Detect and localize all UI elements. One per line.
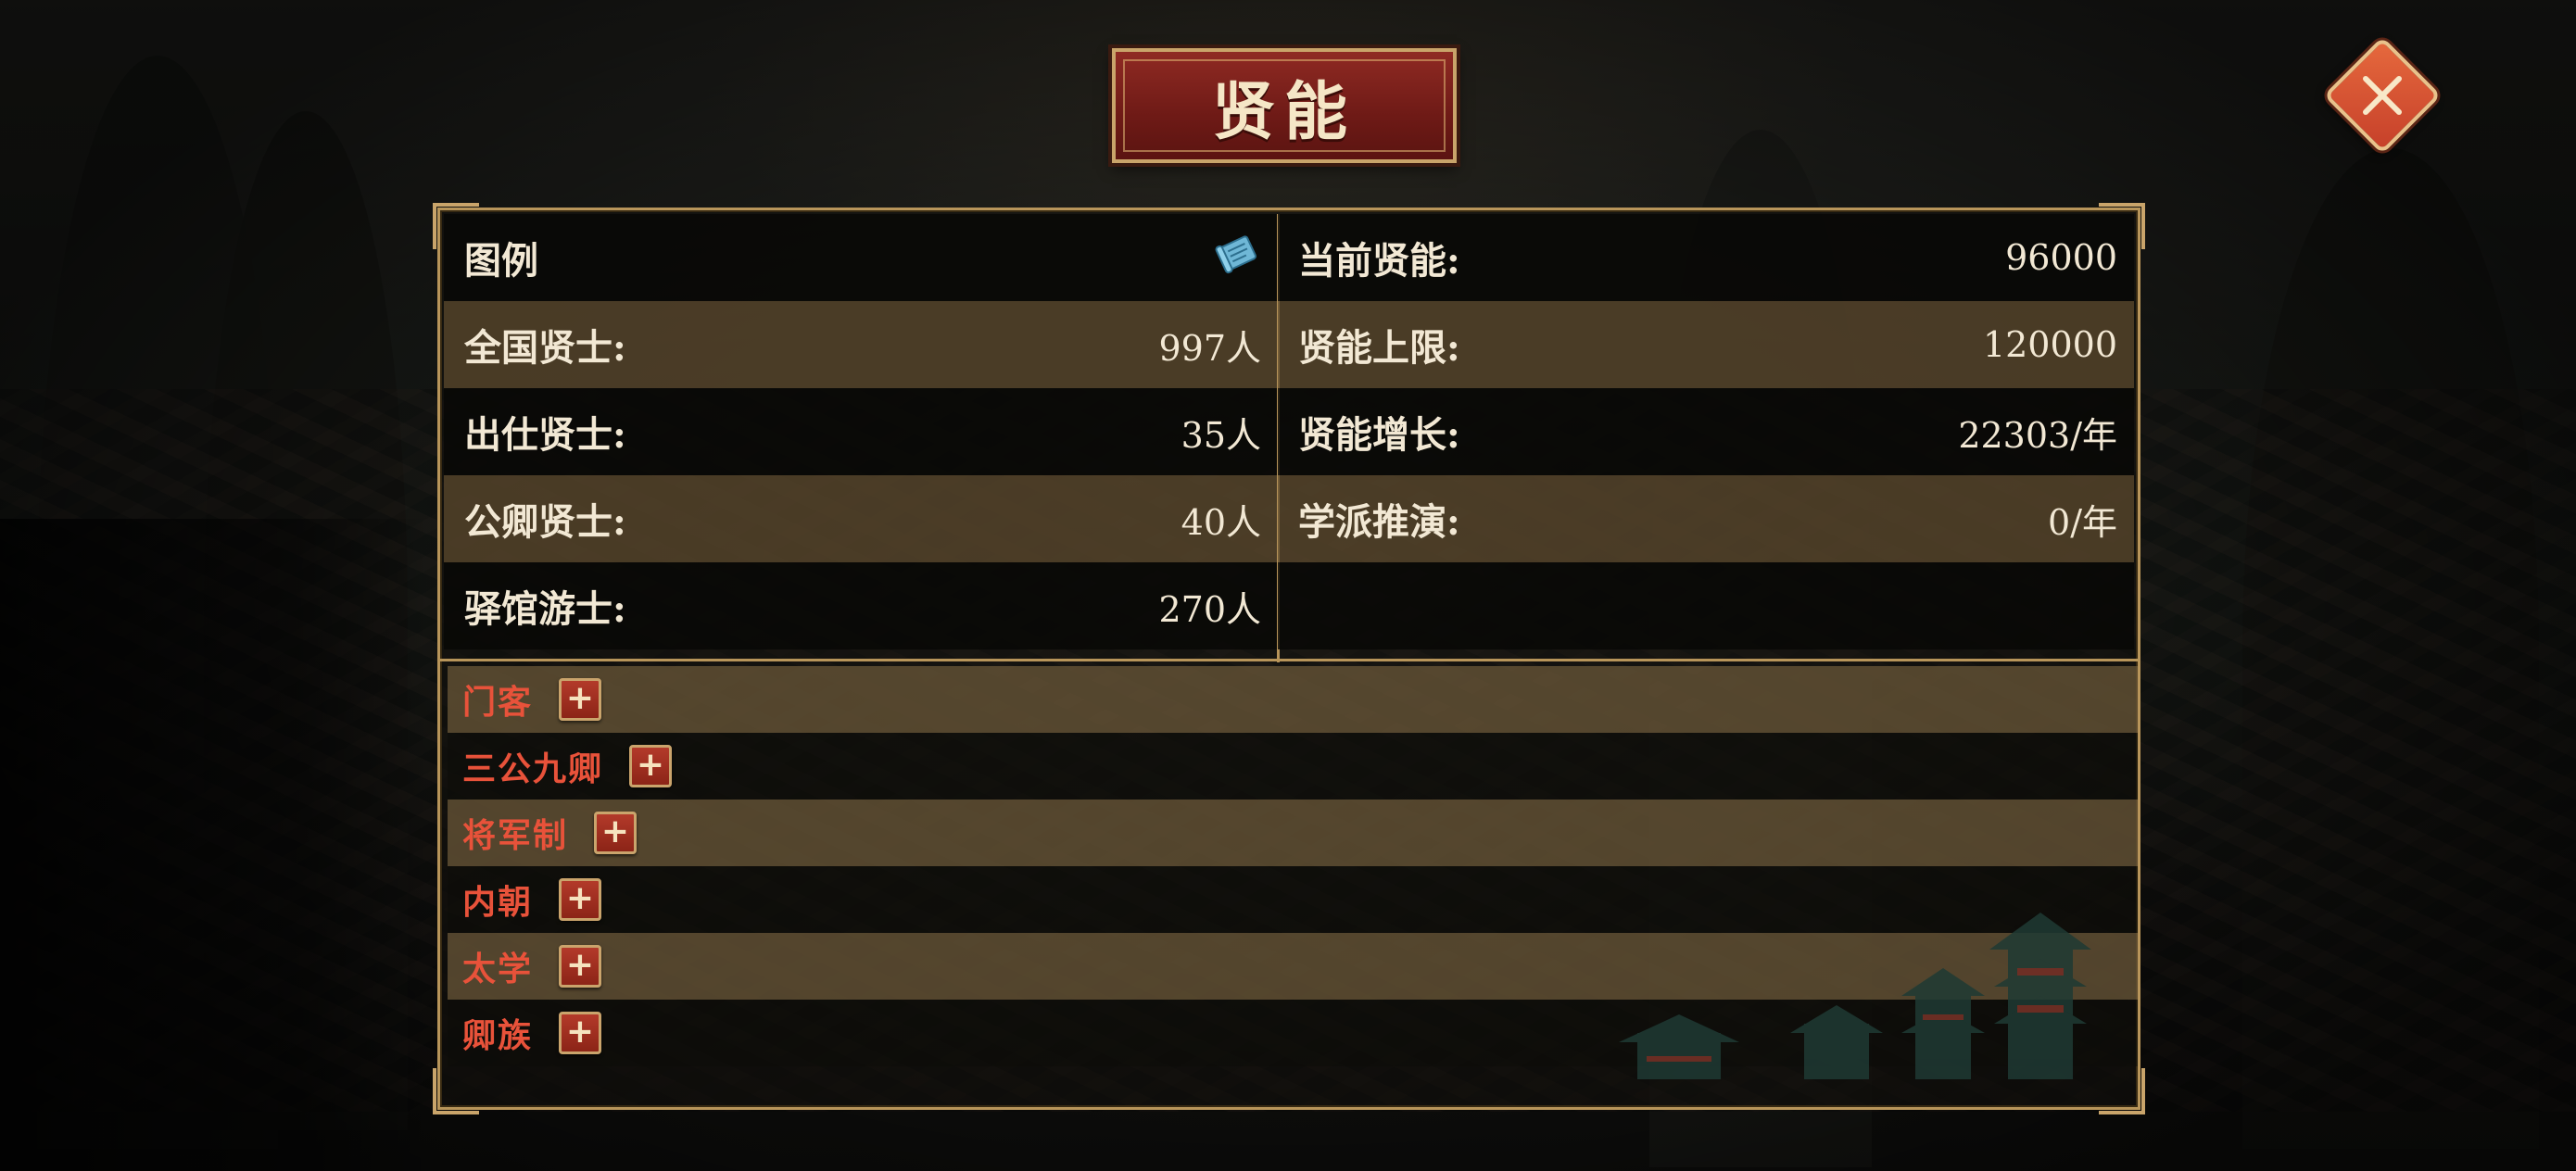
category-label: 三公九卿 xyxy=(462,749,604,788)
stat-value: 997人 xyxy=(1158,327,1261,369)
stats-table: 图例 全国贤士: 997人 出仕贤士: 35人 公卿贤士: 40人 驿馆游士: … xyxy=(444,214,2134,662)
stat-value: 270人 xyxy=(1158,588,1261,630)
category-label: 内朝 xyxy=(462,883,534,922)
stat-row: 当前贤能: 96000 xyxy=(1278,214,2134,301)
plus-icon: + xyxy=(600,812,630,850)
expand-button[interactable]: + xyxy=(559,678,602,721)
expand-button[interactable]: + xyxy=(629,745,673,787)
category-label: 将军制 xyxy=(462,816,569,855)
stat-value: 96000 xyxy=(2005,237,2117,278)
right-stats-column: 当前贤能: 96000 贤能上限: 120000 贤能增长: 22303/年 学… xyxy=(1278,214,2134,649)
stat-value: 0/年 xyxy=(2048,501,2117,543)
stat-value: 22303/年 xyxy=(1958,414,2117,456)
stat-label: 公卿贤士: xyxy=(464,500,626,544)
empty-row xyxy=(1278,562,2134,649)
stat-row: 贤能上限: 120000 xyxy=(1278,301,2134,388)
plus-icon: + xyxy=(636,745,665,784)
section-divider xyxy=(440,659,2138,661)
legend-row[interactable]: 图例 xyxy=(444,214,1278,301)
scroll-icon[interactable] xyxy=(1206,230,1261,285)
stat-label: 贤能上限: xyxy=(1298,326,1460,370)
stat-label: 驿馆游士: xyxy=(464,587,626,631)
stat-label: 学派推演: xyxy=(1298,500,1460,544)
stat-row: 学派推演: 0/年 xyxy=(1278,475,2134,562)
stat-label: 贤能增长: xyxy=(1298,413,1460,457)
palace-illustration xyxy=(1619,913,2091,1079)
plus-icon: + xyxy=(565,1012,595,1051)
stat-label: 出仕贤士: xyxy=(464,413,626,457)
category-row[interactable]: 三公九卿 + xyxy=(448,733,2138,800)
category-label: 门客 xyxy=(462,683,534,722)
expand-button[interactable]: + xyxy=(594,812,638,854)
plus-icon: + xyxy=(565,945,595,984)
category-label: 卿族 xyxy=(462,1016,534,1055)
left-stats-column: 图例 全国贤士: 997人 出仕贤士: 35人 公卿贤士: 40人 驿馆游士: … xyxy=(444,214,1278,649)
expand-button[interactable]: + xyxy=(559,945,602,988)
category-label: 太学 xyxy=(462,950,534,988)
page-title: 贤能 xyxy=(1211,74,1357,149)
expand-button[interactable]: + xyxy=(559,878,602,921)
panel-corner-ornament xyxy=(433,1068,479,1114)
stat-row: 贤能增长: 22303/年 xyxy=(1278,388,2134,475)
category-row[interactable]: 将军制 + xyxy=(448,800,2138,866)
stat-value: 40人 xyxy=(1181,501,1261,543)
category-row[interactable]: 门客 + xyxy=(448,666,2138,733)
stat-label: 当前贤能: xyxy=(1298,239,1460,283)
stat-row: 全国贤士: 997人 xyxy=(444,301,1278,388)
stat-value: 120000 xyxy=(1982,324,2117,365)
talent-panel: 图例 全国贤士: 997人 出仕贤士: 35人 公卿贤士: 40人 驿馆游士: … xyxy=(433,203,2145,1114)
plus-icon: + xyxy=(565,678,595,717)
expand-button[interactable]: + xyxy=(559,1012,602,1054)
title-plaque: 贤能 xyxy=(1112,48,1457,163)
plus-icon: + xyxy=(565,878,595,917)
stat-label: 全国贤士: xyxy=(464,326,626,370)
stat-row: 驿馆游士: 270人 xyxy=(444,562,1278,649)
stat-value: 35人 xyxy=(1181,414,1261,456)
stat-row: 公卿贤士: 40人 xyxy=(444,475,1278,562)
legend-label: 图例 xyxy=(464,239,538,283)
close-icon[interactable] xyxy=(2341,54,2424,137)
stat-row: 出仕贤士: 35人 xyxy=(444,388,1278,475)
